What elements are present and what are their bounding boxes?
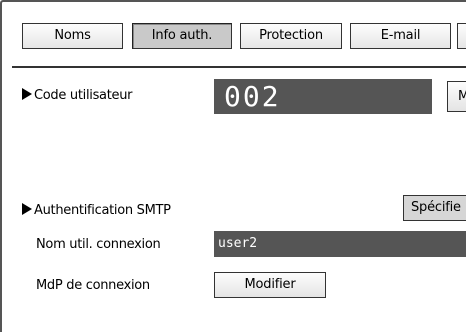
- tab-next-partial[interactable]: [457, 23, 466, 49]
- user-code-change-button[interactable]: M: [447, 81, 466, 112]
- tab-auth-info[interactable]: Info auth.: [132, 23, 232, 49]
- smtp-auth-label-text: Authentification SMTP: [34, 203, 171, 218]
- login-user-field[interactable]: user2: [214, 231, 466, 257]
- login-password-label: MdP de connexion: [36, 278, 150, 293]
- login-password-modify-button[interactable]: Modifier: [214, 272, 326, 298]
- tab-names[interactable]: Noms: [22, 23, 123, 49]
- pointer-arrow-icon: [22, 88, 32, 100]
- tab-email[interactable]: E-mail: [350, 23, 451, 49]
- smtp-auth-label: Authentification SMTP: [22, 203, 171, 218]
- smtp-auth-specify-button[interactable]: Spécifie: [403, 195, 466, 221]
- pointer-arrow-icon: [22, 203, 32, 215]
- user-code-label-text: Code utilisateur: [34, 88, 133, 103]
- user-code-label: Code utilisateur: [22, 88, 133, 103]
- login-user-label: Nom util. connexion: [36, 237, 161, 252]
- tab-divider: [12, 66, 466, 68]
- user-code-value: 002: [214, 79, 432, 114]
- tab-protection[interactable]: Protection: [240, 23, 342, 49]
